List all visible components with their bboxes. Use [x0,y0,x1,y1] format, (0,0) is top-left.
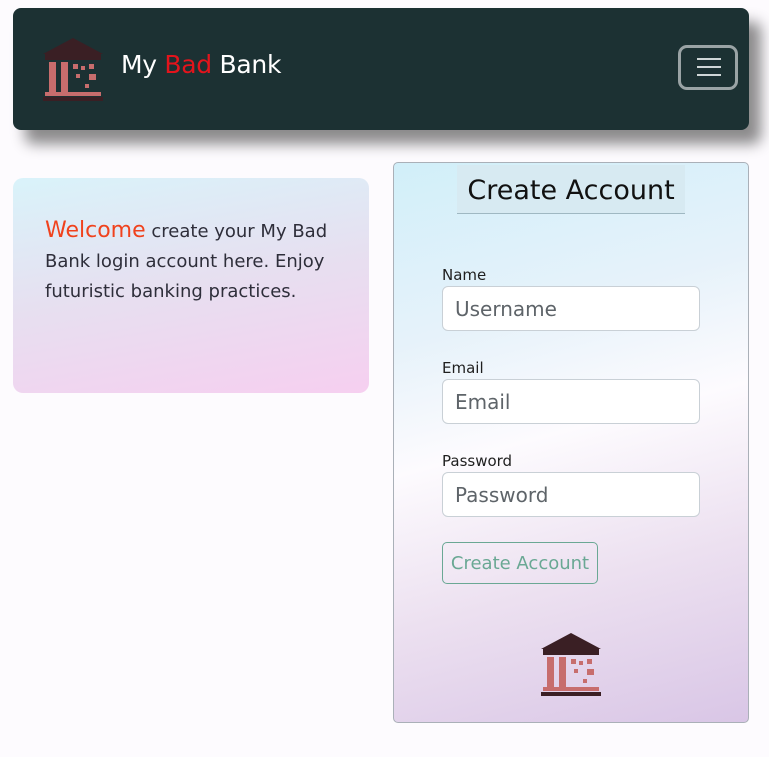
password-input[interactable] [442,472,700,517]
create-account-button[interactable]: Create Account [442,542,598,584]
email-input[interactable] [442,379,700,424]
password-label: Password [442,452,513,470]
brand-title[interactable]: My Bad Bank [121,50,281,79]
brand-highlight: Bad [164,50,212,79]
bank-building-icon [541,633,601,696]
navbar: My Bad Bank [13,8,749,130]
name-input[interactable] [442,286,700,331]
welcome-message: Welcome create your My Bad Bank login ac… [45,216,345,307]
welcome-highlight: Welcome [45,218,146,243]
card-title: Create Account [467,175,675,206]
bank-building-icon[interactable] [41,36,105,102]
brand-prefix: My [121,50,157,79]
email-label: Email [442,359,484,377]
name-label: Name [442,266,487,284]
navbar-toggler-button[interactable] [678,45,738,90]
brand-suffix: Bank [219,50,282,79]
card-header: Create Account [457,165,685,214]
create-account-card: Create Account Name Email Password Creat… [393,162,749,723]
welcome-card: Welcome create your My Bad Bank login ac… [13,178,369,393]
